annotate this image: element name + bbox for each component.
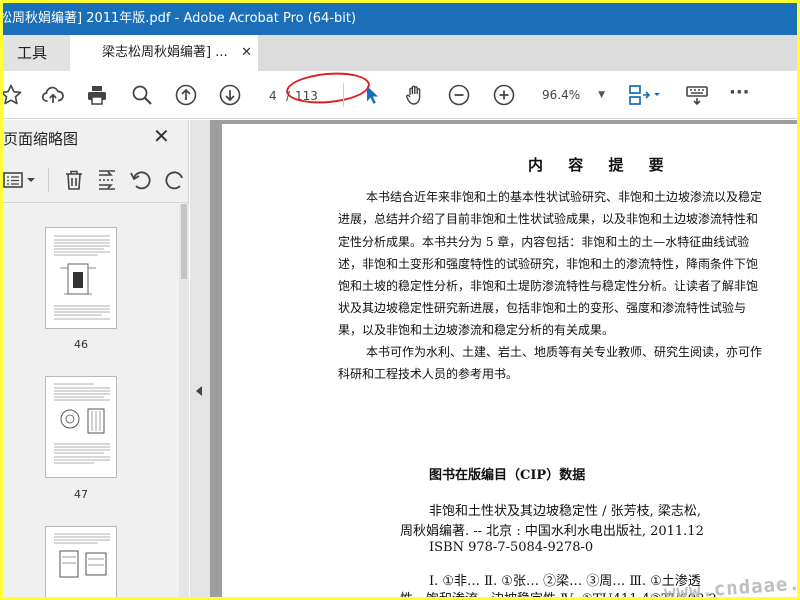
title-bar: 松周秋娟编著] 2011年版.pdf - Adobe Acrobat Pro (… <box>3 3 797 35</box>
zoom-in-icon[interactable] <box>492 83 516 107</box>
page-thumbnail-47[interactable] <box>45 376 117 478</box>
document-viewport: 内 容 提 要 本书结合近年来非饱和土的基本性状试验研究、非饱和土边坡渗流以及稳… <box>210 120 797 597</box>
tab-bar: 工具 梁志松周秋娟编著] ... ✕ <box>3 35 797 71</box>
chevron-down-icon: ▼ <box>598 90 605 100</box>
close-panel-icon[interactable]: ✕ <box>153 124 170 148</box>
hand-tool-icon[interactable] <box>403 83 427 107</box>
collapse-panel-icon[interactable] <box>196 386 202 396</box>
main-toolbar: 4 / 113 96.4% ▼ ··· <box>3 69 797 119</box>
cip-line: Ⅰ. ①非… Ⅱ. ①张… ②梁… ③周… Ⅲ. ①土渗透 <box>429 574 701 589</box>
previous-page-icon[interactable] <box>174 83 198 107</box>
cip-heading: 图书在版编目（CIP）数据 <box>429 468 586 483</box>
summary-line: 本书结合近年来非饱和土的基本性状试验研究、非饱和土边坡渗流以及稳定 <box>366 190 763 204</box>
cloud-upload-icon[interactable] <box>41 83 65 107</box>
red-annotation-ellipse <box>284 69 372 107</box>
thumbnail-page-label: 46 <box>74 338 88 351</box>
zoom-out-icon[interactable] <box>447 83 471 107</box>
zoom-value: 96.4% <box>542 88 581 102</box>
summary-line: 本书可作为水利、土建、岩土、地质等有关专业教师、研究生阅读，亦可作 <box>366 345 763 359</box>
cip-line: 周秋娟编著. -- 北京 : 中国水利水电出版社, 2011.12 <box>400 524 704 539</box>
page-thumbnail[interactable] <box>45 526 117 597</box>
summary-line: 科研和工程技术人员的参考用书。 <box>338 367 519 381</box>
panel-divider <box>48 168 49 192</box>
keyboard-icon[interactable] <box>685 83 709 107</box>
panel-splitter[interactable] <box>190 120 210 597</box>
page-number-input[interactable]: 4 <box>269 89 277 103</box>
bookmark-star-icon[interactable] <box>3 83 23 107</box>
tab-tools[interactable]: 工具 <box>3 35 70 71</box>
tab-document-label: 梁志松周秋娟编著] ... <box>102 45 228 60</box>
page-thumbnail-46[interactable] <box>45 227 117 329</box>
zoom-select[interactable]: 96.4% ▼ <box>533 83 609 107</box>
close-tab-icon[interactable]: ✕ <box>241 35 252 71</box>
thumbnail-page-label: 47 <box>74 488 88 501</box>
thumbnails-panel: 页面缩略图 ✕ 46 47 <box>3 120 189 597</box>
toolbar-divider <box>343 83 344 107</box>
summary-line: 果，以及非饱和土边坡渗流和稳定分析的有关成果。 <box>338 323 615 337</box>
thumbnail-list: 46 47 <box>3 204 179 597</box>
panel-toolbar <box>3 164 189 196</box>
summary-line: 饱和土坡的稳定性分析，非饱和土堤防渗流特性与稳定性分析。让读者了解非饱 <box>338 279 759 293</box>
window-title: 松周秋娟编著] 2011年版.pdf - Adobe Acrobat Pro (… <box>3 11 357 26</box>
magnifier-icon[interactable] <box>130 83 154 107</box>
summary-line: 进展，总结并介绍了目前非饱和土性状试验成果，以及非饱和土边坡渗流特性和 <box>338 212 759 226</box>
rotate-right-icon[interactable] <box>163 168 187 192</box>
more-options-icon[interactable]: ··· <box>729 83 753 107</box>
extract-page-icon[interactable] <box>95 168 119 192</box>
printer-icon[interactable] <box>85 83 109 107</box>
pdf-page: 内 容 提 要 本书结合近年来非饱和土的基本性状试验研究、非饱和土边坡渗流以及稳… <box>222 124 797 597</box>
summary-line: 述，非饱和土变形和强度特性的试验研究，非饱和土的渗流特性，降雨条件下饱 <box>338 257 759 271</box>
panel-title: 页面缩略图 <box>3 130 79 148</box>
tab-document[interactable]: 梁志松周秋娟编著] ... ✕ <box>70 35 258 71</box>
rotate-left-icon[interactable] <box>129 168 153 192</box>
scrollbar-thumb[interactable] <box>181 204 187 279</box>
app-window: 松周秋娟编著] 2011年版.pdf - Adobe Acrobat Pro (… <box>3 3 797 597</box>
page-display-icon[interactable] <box>627 83 663 107</box>
select-cursor-icon[interactable] <box>360 83 384 107</box>
delete-page-icon[interactable] <box>62 168 86 192</box>
cip-line: ISBN 978-7-5084-9278-0 <box>429 540 594 555</box>
summary-heading: 内 容 提 要 <box>528 156 674 174</box>
summary-line: 定性分析成果。本书共分为 5 章，内容包括：非饱和土的土—水特征曲线试验 <box>338 235 750 249</box>
summary-line: 状及其边坡稳定性研究新进展，包括非饱和土的变形、强度和渗流特性试验与 <box>338 301 747 315</box>
thumbnail-scrollbar[interactable] <box>179 204 189 597</box>
next-page-icon[interactable] <box>218 83 242 107</box>
panel-separator <box>3 202 189 203</box>
cip-line: 非饱和土性状及其边坡稳定性 / 张芳枝, 梁志松, <box>429 504 702 519</box>
options-menu-icon[interactable] <box>3 168 39 192</box>
